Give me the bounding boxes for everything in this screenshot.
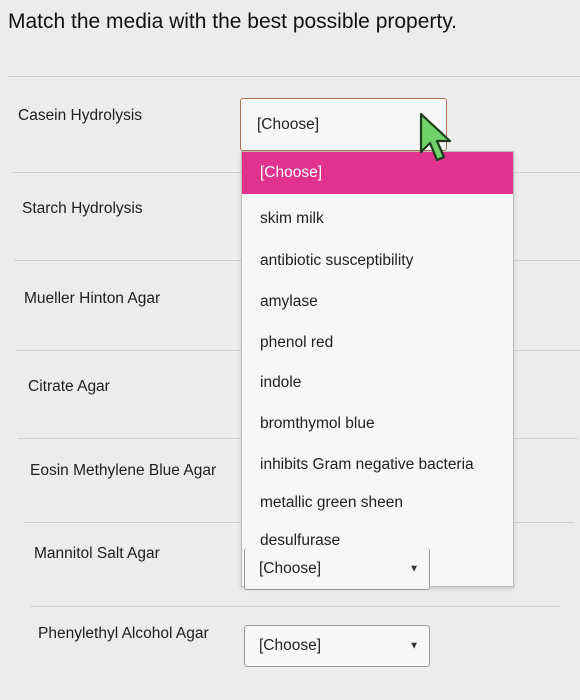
divider — [8, 76, 580, 77]
dropdown-option-choose[interactable]: [Choose] — [242, 152, 513, 194]
media-label-casein-hydrolysis: Casein Hydrolysis — [18, 107, 143, 124]
question-title: Match the media with the best possible p… — [8, 10, 458, 33]
mouse-pointer-icon — [419, 112, 452, 162]
media-label-citrate-agar: Citrate Agar — [28, 378, 110, 395]
select-value: [Choose] — [257, 115, 320, 133]
dropdown-option-phenol-red[interactable]: phenol red — [242, 326, 513, 360]
triangle-down-icon: ▼ — [409, 640, 419, 652]
media-label-starch-hydrolysis: Starch Hydrolysis — [22, 200, 143, 217]
media-label-eosin-methylene-blue-agar: Eosin Methylene Blue Agar — [30, 462, 217, 479]
divider — [30, 606, 560, 607]
dropdown-option-inhibits-gram-negative[interactable]: inhibits Gram negative bacteria — [242, 448, 513, 482]
select-value: [Choose] — [259, 559, 322, 577]
dropdown-option-bromthymol-blue[interactable]: bromthymol blue — [242, 407, 513, 441]
media-label-mueller-hinton-agar: Mueller Hinton Agar — [24, 290, 161, 307]
dropdown-option-metallic-green-sheen[interactable]: metallic green sheen — [242, 486, 513, 520]
media-label-mannitol-salt-agar: Mannitol Salt Agar — [34, 545, 160, 562]
dropdown-option-amylase[interactable]: amylase — [242, 285, 513, 319]
media-label-phenylethyl-alcohol-agar: Phenylethyl Alcohol Agar — [38, 625, 209, 642]
dropdown-options-list[interactable]: [Choose] skim milk antibiotic susceptibi… — [241, 151, 514, 587]
select-phenylethyl-alcohol-agar[interactable]: [Choose] ▼ — [244, 625, 430, 667]
select-value: [Choose] — [259, 637, 322, 654]
triangle-down-icon: ▼ — [409, 563, 419, 574]
dropdown-option-indole[interactable]: indole — [242, 366, 513, 400]
select-casein-hydrolysis[interactable]: [Choose] — [240, 98, 447, 151]
select-mannitol-salt-agar[interactable]: [Choose] ▼ — [244, 548, 430, 590]
dropdown-option-antibiotic-susceptibility[interactable]: antibiotic susceptibility — [242, 244, 513, 278]
dropdown-option-skim-milk[interactable]: skim milk — [242, 202, 513, 236]
